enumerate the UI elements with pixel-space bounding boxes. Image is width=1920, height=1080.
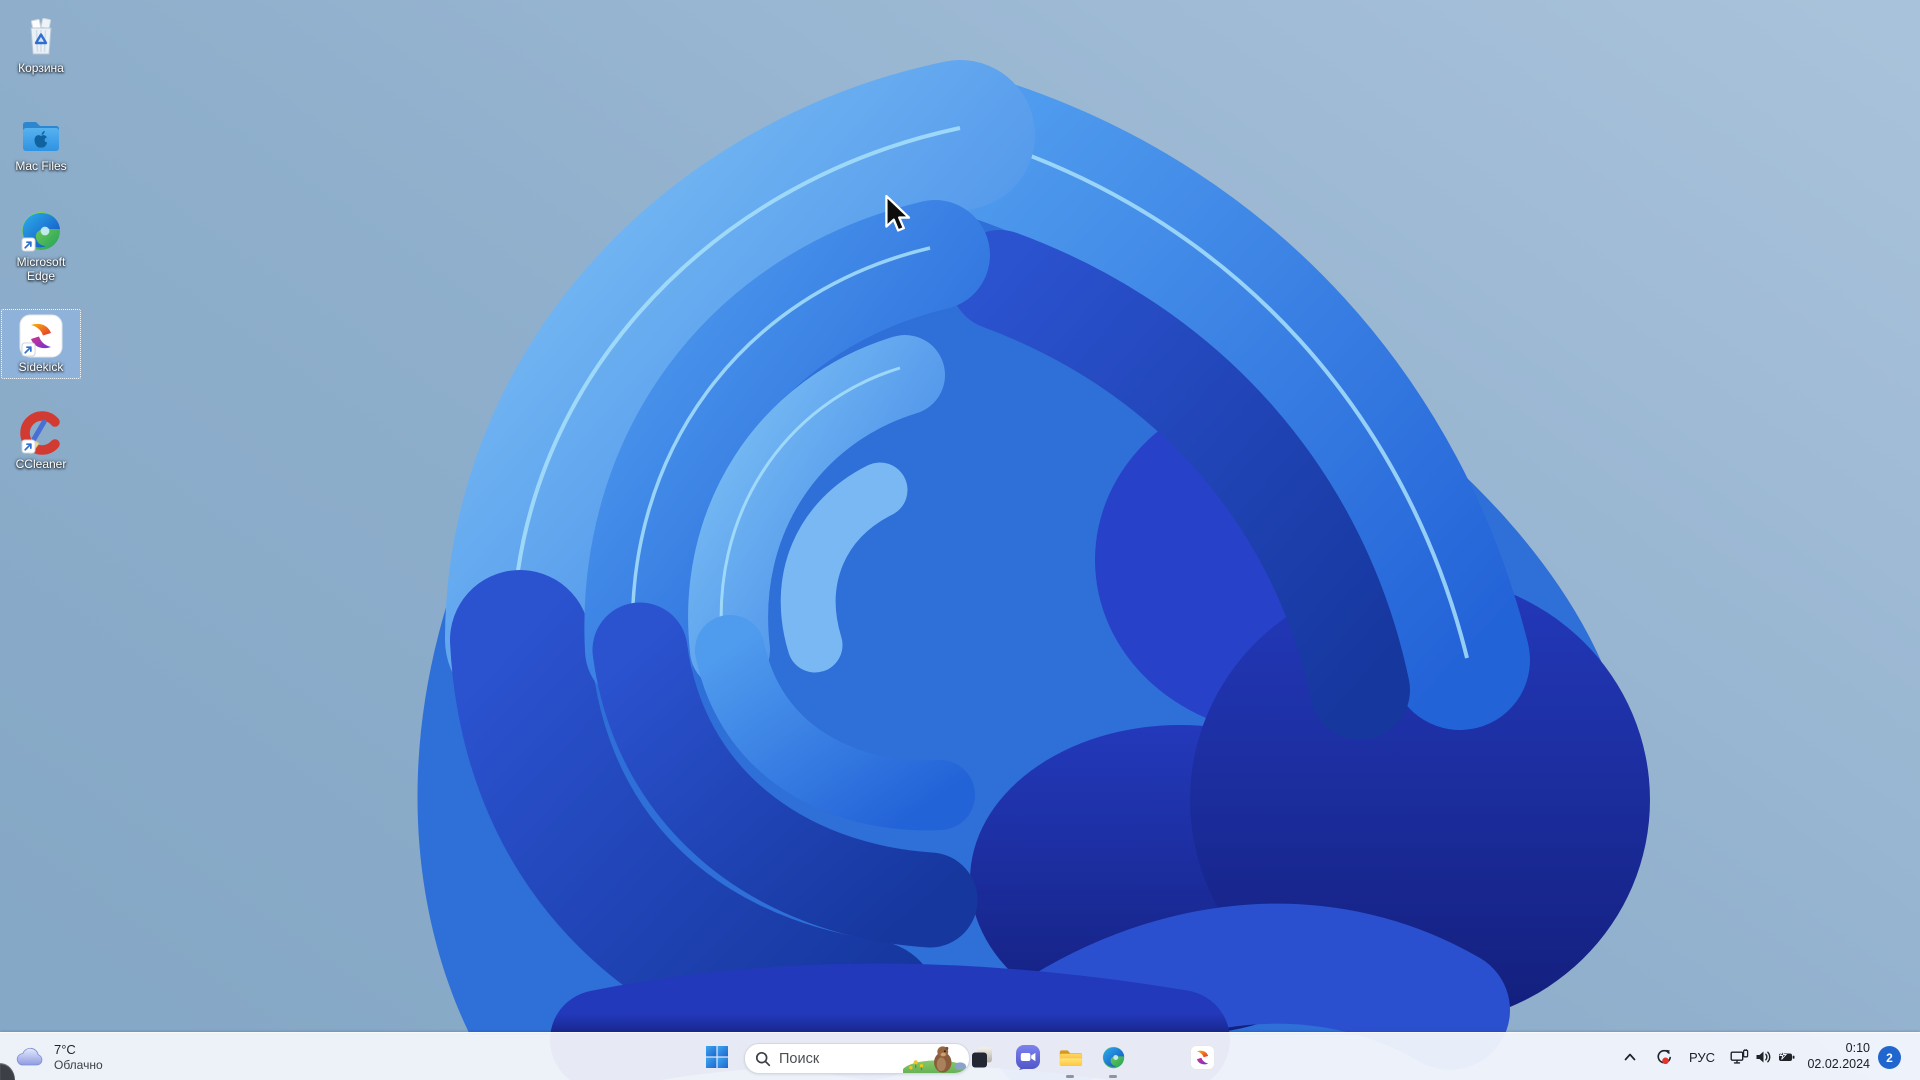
magnifier-icon [755, 1051, 771, 1066]
widgets-weather-button[interactable]: 7°C Облачно [4, 1037, 174, 1077]
sync-record-icon [1657, 1049, 1671, 1065]
file-explorer-button[interactable] [1050, 1037, 1090, 1077]
desktop-icon-label: Mac Files [15, 159, 67, 173]
start-button[interactable] [697, 1037, 737, 1077]
sidekick-icon [17, 312, 65, 360]
desktop-icon-microsoft-edge[interactable]: Microsoft Edge [1, 204, 81, 288]
windows-desktop: Корзина Mac Files Microsoft Edge Sidekic… [0, 0, 1920, 1080]
cloud-icon [16, 1047, 43, 1066]
desktop-icon-label: Microsoft Edge [16, 255, 66, 283]
task-view-button[interactable] [962, 1037, 1002, 1077]
edge-taskbar-button[interactable] [1093, 1037, 1133, 1077]
language-indicator[interactable]: РУС [1684, 1037, 1720, 1077]
desktop-icon-recycle-bin[interactable]: Корзина [1, 10, 81, 80]
recycle-bin-icon [30, 17, 52, 55]
volume-icon [1756, 1051, 1771, 1063]
file-explorer-icon [1059, 1050, 1083, 1066]
chat-button[interactable] [1008, 1037, 1048, 1077]
sidekick-taskbar-button[interactable] [1182, 1037, 1222, 1077]
chevron-up-icon [1624, 1053, 1636, 1061]
clock[interactable]: 0:10 02.02.2024 [1800, 1040, 1870, 1073]
running-indicator-file-explorer [1066, 1075, 1074, 1078]
wallpaper-bloom [0, 0, 1920, 1080]
search-box[interactable]: Поиск [744, 1043, 970, 1074]
tray-sync-record-button[interactable] [1648, 1037, 1680, 1077]
clock-time: 0:10 [1845, 1041, 1870, 1055]
language-label: РУС [1688, 1049, 1716, 1065]
ccleaner-icon [20, 411, 60, 455]
clock-date: 02.02.2024 [1807, 1057, 1870, 1072]
search-placeholder: Поиск [779, 1050, 820, 1067]
weather-condition: Облачно [54, 1057, 103, 1072]
edge-icon [21, 207, 65, 252]
desktop-icon-mac-files[interactable]: Mac Files [1, 108, 81, 178]
desktop-icon-label: Корзина [18, 61, 64, 75]
task-view-icon [972, 1047, 992, 1068]
chat-icon [1016, 1045, 1040, 1070]
running-indicator-edge [1109, 1075, 1117, 1078]
sidekick-icon [1189, 1044, 1216, 1071]
tray-overflow-button[interactable] [1616, 1037, 1644, 1077]
taskbar: 7°C Облачно Поиск РУС 0:10 02.02.2024 2 [0, 1032, 1920, 1080]
desktop-icon-ccleaner[interactable]: CCleaner [1, 406, 81, 476]
mac-files-folder-icon [23, 122, 59, 151]
notification-count: 2 [1886, 1050, 1893, 1065]
notification-count-badge[interactable]: 2 [1878, 1046, 1901, 1069]
tray-system-icons-button[interactable] [1722, 1037, 1804, 1077]
windows-logo-icon [706, 1046, 728, 1068]
desktop-icon-label: CCleaner [15, 457, 67, 471]
edge-icon [1100, 1044, 1127, 1071]
weather-temperature: 7°C [54, 1042, 76, 1057]
desktop-icon-label: Sidekick [18, 360, 64, 374]
search-highlight-groundhog-illustration [903, 1046, 969, 1073]
desktop-icon-sidekick[interactable]: Sidekick [1, 309, 81, 379]
battery-charging-icon [1779, 1049, 1795, 1061]
network-icon [1730, 1049, 1749, 1064]
